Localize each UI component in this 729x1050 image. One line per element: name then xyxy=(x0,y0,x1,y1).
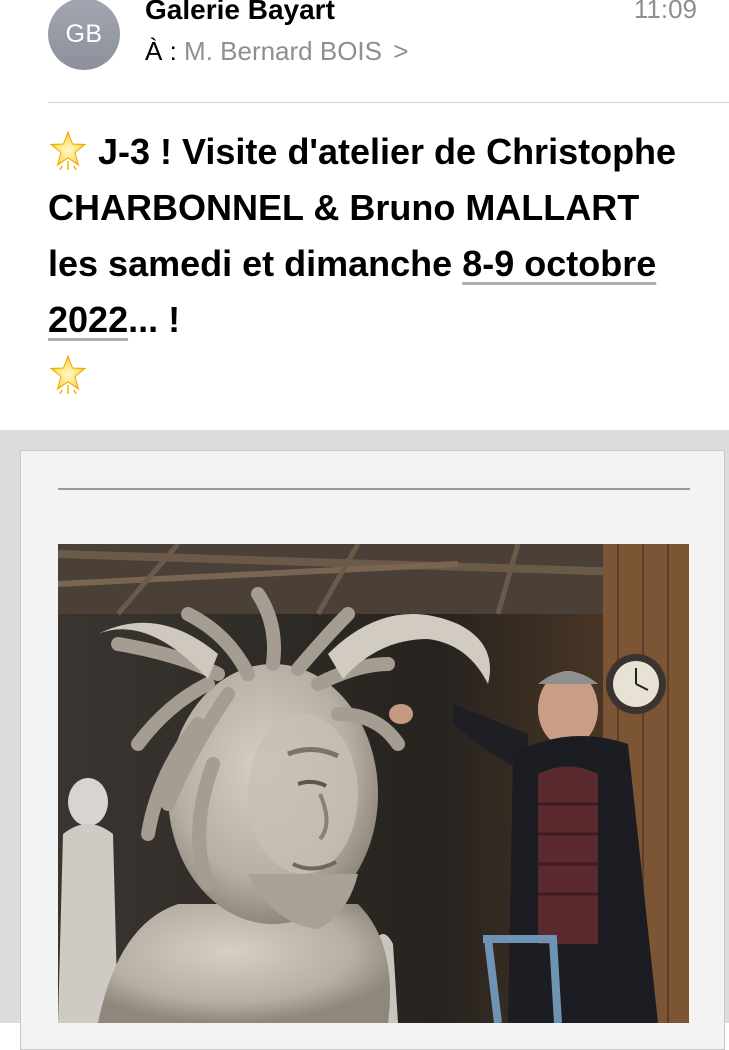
email-timestamp: 11:09 xyxy=(633,0,697,24)
newsletter-divider xyxy=(58,488,690,490)
email-subject: J-3 ! Visite d'atelier de Christophe CHA… xyxy=(48,124,698,404)
chevron-right-icon[interactable]: > xyxy=(393,36,408,66)
sender-avatar[interactable]: GB xyxy=(48,0,120,70)
header-divider xyxy=(48,102,729,103)
to-label: À : xyxy=(145,36,177,66)
sender-name[interactable]: Galerie Bayart xyxy=(145,0,335,26)
recipient-name[interactable]: M. Bernard BOIS xyxy=(184,36,382,66)
subject-text-end: ... ! xyxy=(128,299,181,340)
star-emoji-icon xyxy=(49,130,87,170)
atelier-photo-illustration xyxy=(58,544,689,1023)
atelier-photo[interactable] xyxy=(58,544,689,1023)
star-emoji-icon xyxy=(49,354,87,394)
email-header: GB Galerie Bayart 11:09 À : M. Bernard B… xyxy=(0,0,729,104)
recipient-row[interactable]: À : M. Bernard BOIS > xyxy=(145,36,408,67)
